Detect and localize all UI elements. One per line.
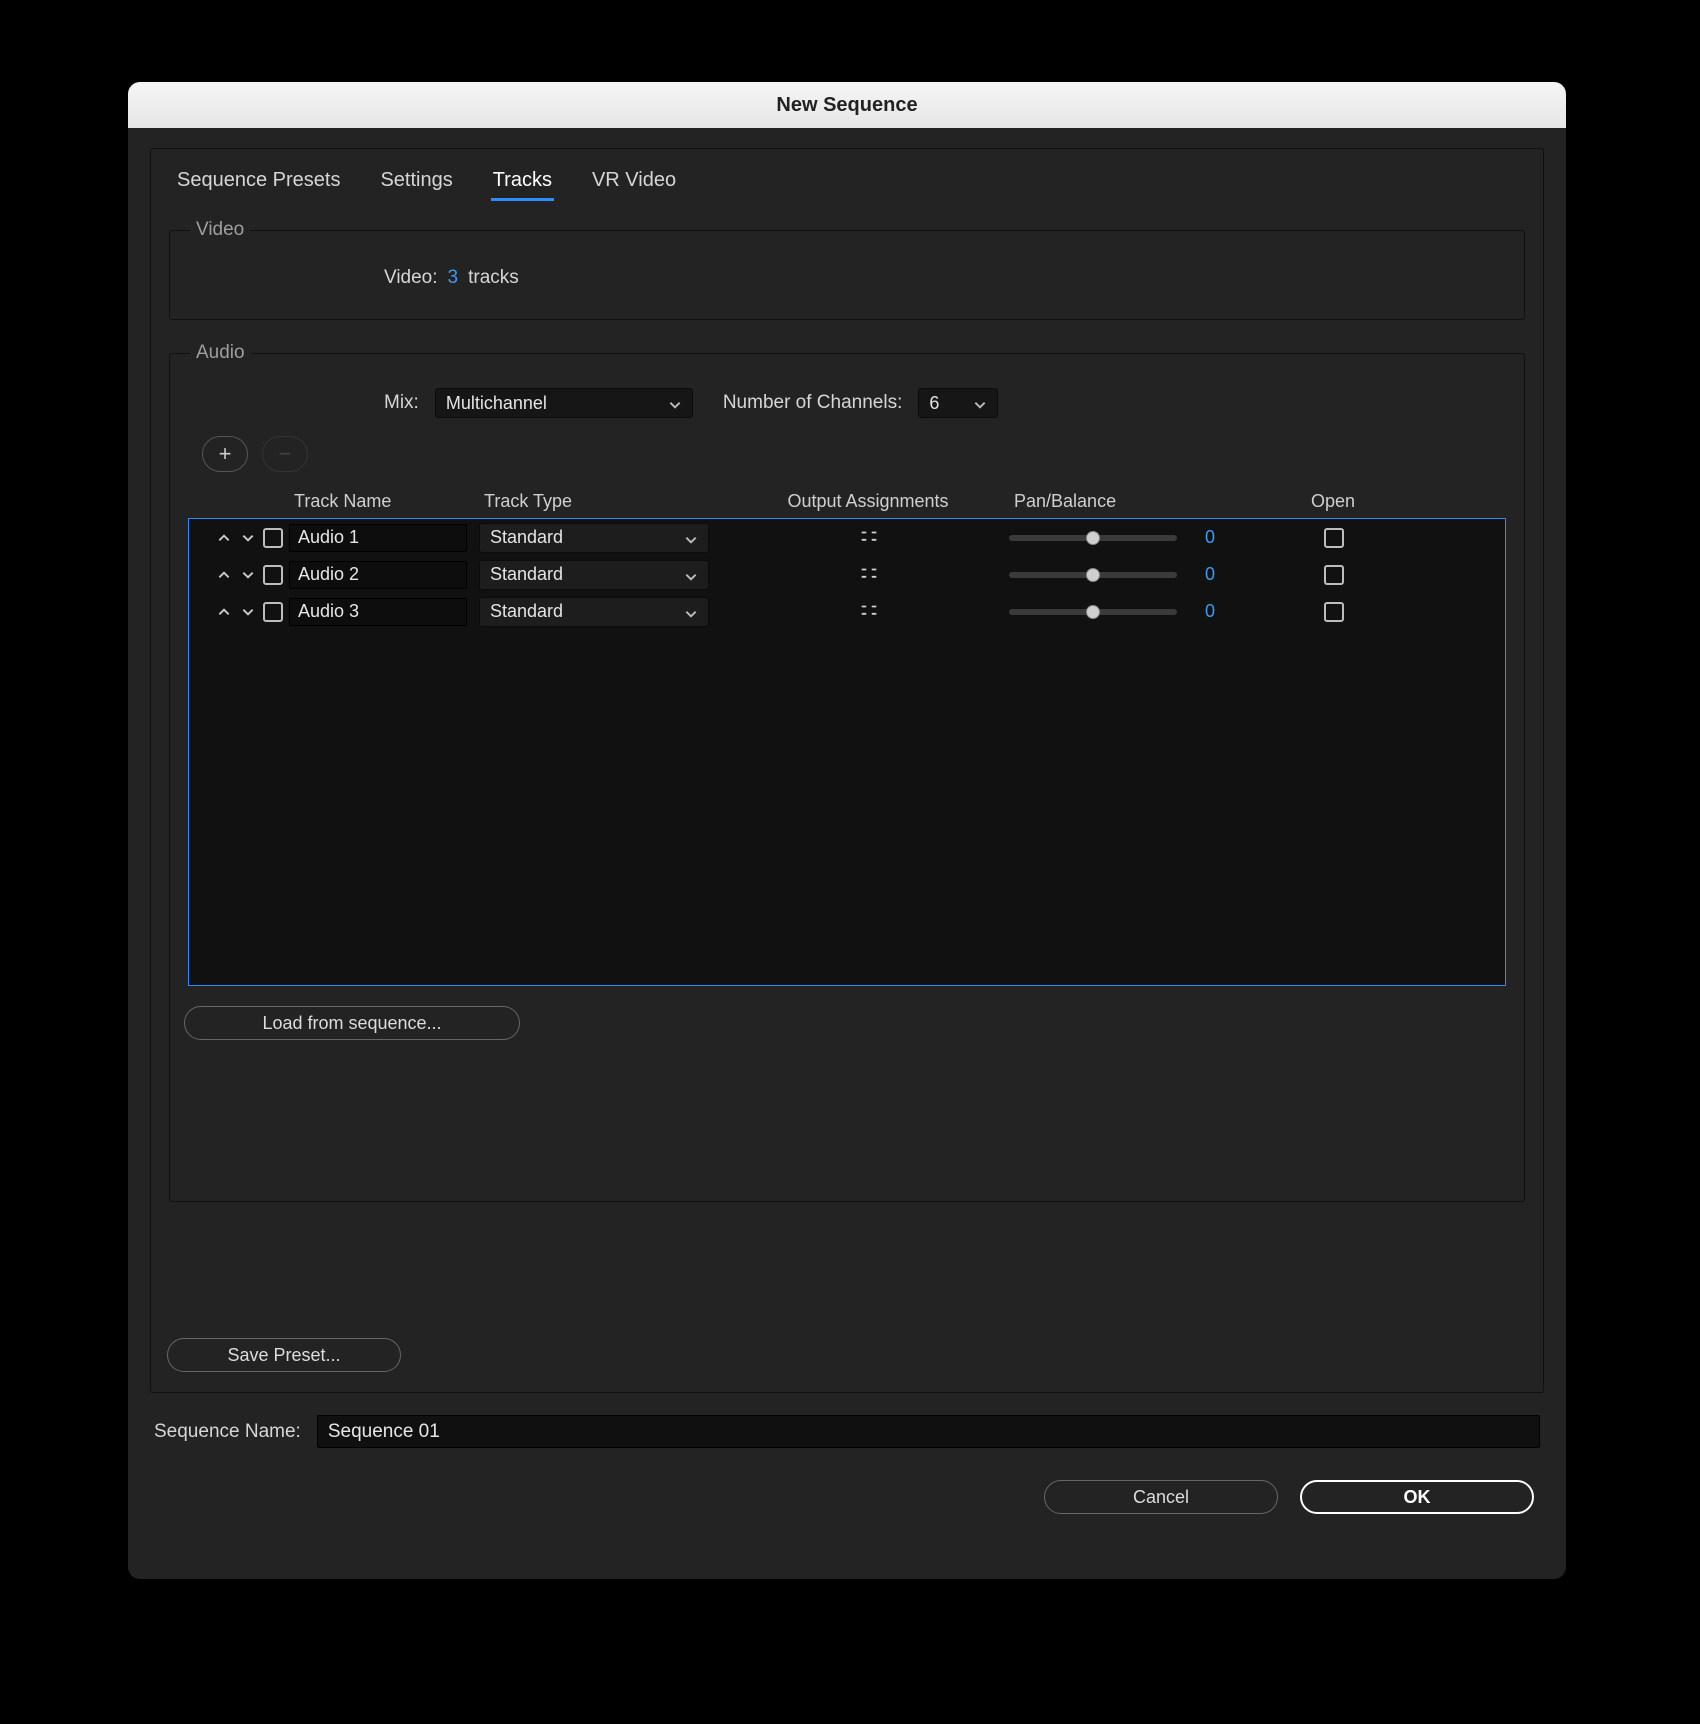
col-output: Output Assignments — [728, 487, 1008, 516]
chevron-down-icon — [668, 396, 682, 410]
open-checkbox[interactable] — [1324, 565, 1344, 585]
channels-dropdown[interactable]: 6 — [918, 388, 998, 418]
move-up-icon[interactable] — [215, 566, 233, 584]
save-preset-button[interactable]: Save Preset... — [167, 1338, 401, 1372]
video-suffix: tracks — [468, 267, 519, 289]
audio-legend: Audio — [190, 342, 251, 364]
load-from-sequence-button[interactable]: Load from sequence... — [184, 1006, 520, 1040]
track-type-value: Standard — [490, 564, 563, 585]
open-checkbox[interactable] — [1324, 528, 1344, 548]
track-type-value: Standard — [490, 527, 563, 548]
track-type-value: Standard — [490, 601, 563, 622]
remove-track-button: − — [262, 436, 308, 472]
dialog-title: New Sequence — [128, 82, 1566, 128]
track-name-input[interactable] — [289, 524, 467, 552]
track-type-dropdown[interactable]: Standard — [479, 597, 709, 627]
sequence-name-input[interactable] — [317, 1415, 1540, 1448]
channels-label: Number of Channels: — [723, 392, 903, 414]
mix-value: Multichannel — [446, 393, 547, 414]
move-up-icon[interactable] — [215, 529, 233, 547]
tabbed-panel: Sequence Presets Settings Tracks VR Vide… — [150, 148, 1544, 1393]
slider-thumb[interactable] — [1086, 568, 1100, 582]
track-type-dropdown[interactable]: Standard — [479, 523, 709, 553]
video-label: Video: — [384, 267, 438, 289]
move-down-icon[interactable] — [239, 603, 257, 621]
slider-thumb[interactable] — [1086, 605, 1100, 619]
row-select-checkbox[interactable] — [263, 565, 283, 585]
col-track-type: Track Type — [478, 487, 728, 516]
col-open: Open — [1288, 487, 1378, 516]
table-row[interactable]: Standard 0 — [189, 519, 1505, 556]
channels-value: 6 — [929, 393, 939, 414]
ok-button[interactable]: OK — [1300, 1480, 1534, 1514]
new-sequence-dialog: New Sequence Sequence Presets Settings T… — [128, 82, 1566, 1579]
add-track-button[interactable]: + — [202, 436, 248, 472]
slider-thumb[interactable] — [1086, 531, 1100, 545]
tab-settings[interactable]: Settings — [378, 163, 454, 201]
col-pan: Pan/Balance — [1008, 487, 1288, 516]
output-assignment-button[interactable] — [729, 593, 1009, 630]
move-down-icon[interactable] — [239, 529, 257, 547]
dialog-body: Sequence Presets Settings Tracks VR Vide… — [128, 128, 1566, 1579]
video-legend: Video — [190, 219, 250, 241]
table-row[interactable]: Standard 0 — [189, 593, 1505, 630]
pan-slider[interactable] — [1009, 535, 1177, 541]
video-track-count[interactable]: 3 — [448, 267, 459, 289]
row-select-checkbox[interactable] — [263, 602, 283, 622]
chevron-down-icon — [684, 531, 698, 545]
dialog-footer: Sequence Name: Cancel OK — [150, 1415, 1544, 1514]
pan-value[interactable]: 0 — [1195, 564, 1215, 585]
output-assignment-button[interactable] — [729, 519, 1009, 556]
mix-dropdown[interactable]: Multichannel — [435, 388, 693, 418]
audio-group: Audio Mix: Multichannel Number of Channe… — [169, 342, 1525, 1202]
video-group: Video Video: 3 tracks — [169, 219, 1525, 320]
tab-vr-video[interactable]: VR Video — [590, 163, 678, 201]
track-name-input[interactable] — [289, 561, 467, 589]
col-track-name: Track Name — [288, 487, 478, 516]
chevron-down-icon — [684, 568, 698, 582]
chevron-down-icon — [973, 396, 987, 410]
pan-value[interactable]: 0 — [1195, 527, 1215, 548]
tab-bar: Sequence Presets Settings Tracks VR Vide… — [169, 163, 1525, 201]
tab-tracks[interactable]: Tracks — [491, 163, 554, 201]
chevron-down-icon — [684, 605, 698, 619]
track-type-dropdown[interactable]: Standard — [479, 560, 709, 590]
sequence-name-label: Sequence Name: — [154, 1421, 301, 1443]
pan-slider[interactable] — [1009, 609, 1177, 615]
audio-tracks-table[interactable]: Standard 0 — [188, 518, 1506, 986]
move-down-icon[interactable] — [239, 566, 257, 584]
open-checkbox[interactable] — [1324, 602, 1344, 622]
tab-sequence-presets[interactable]: Sequence Presets — [175, 163, 342, 201]
move-up-icon[interactable] — [215, 603, 233, 621]
row-select-checkbox[interactable] — [263, 528, 283, 548]
track-name-input[interactable] — [289, 598, 467, 626]
pan-value[interactable]: 0 — [1195, 601, 1215, 622]
cancel-button[interactable]: Cancel — [1044, 1480, 1278, 1514]
table-row[interactable]: Standard 0 — [189, 556, 1505, 593]
output-assignment-button[interactable] — [729, 556, 1009, 593]
pan-slider[interactable] — [1009, 572, 1177, 578]
mix-label: Mix: — [384, 392, 419, 414]
